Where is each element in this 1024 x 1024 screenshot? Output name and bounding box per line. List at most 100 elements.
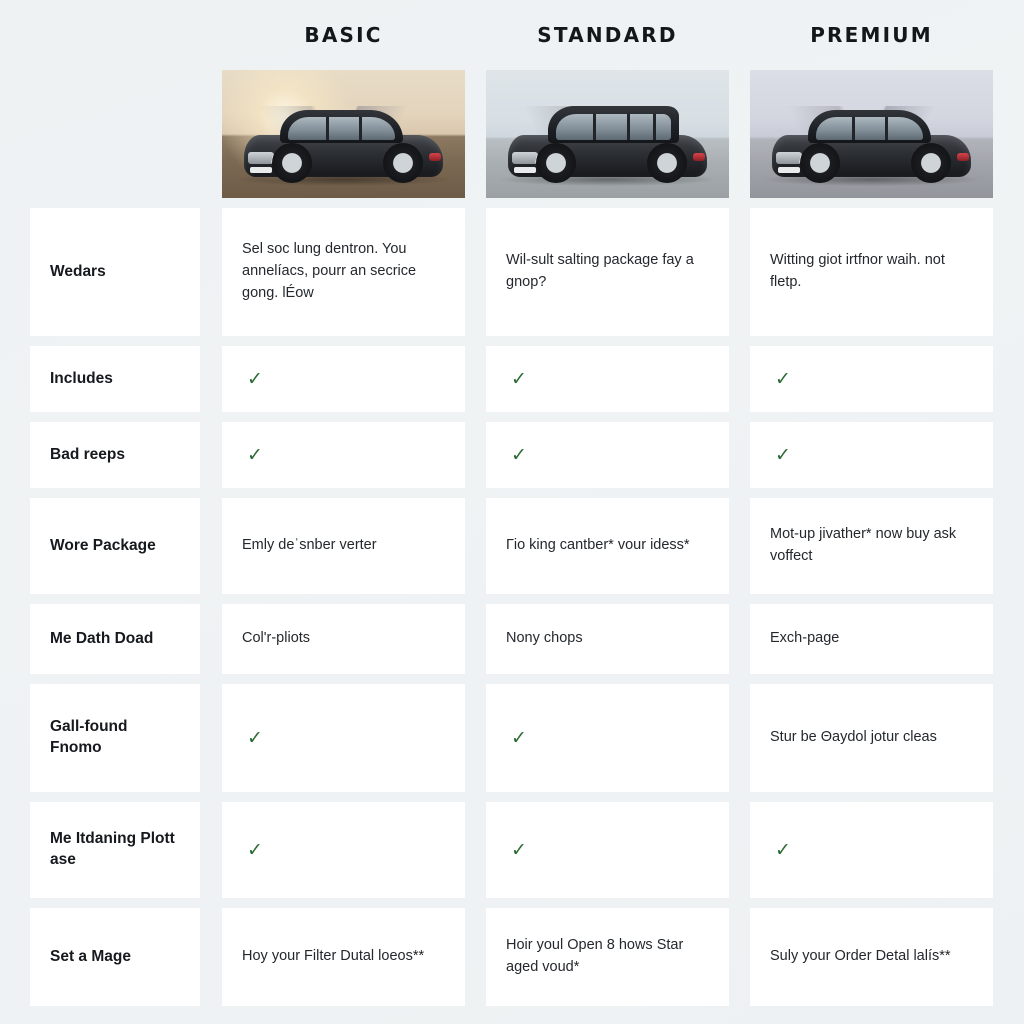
car-wheel-rear [911,142,952,183]
feature-text-cell: Suly your Order Detal lalís** [750,908,993,1006]
feature-text-cell: Exch-page [750,604,993,674]
feature-text: Witting giot irtfnor waih. not fletp. [770,252,945,290]
car-image-premium [750,70,993,198]
feature-text: Stur be Θaydol jotur cleas [770,729,937,746]
checkmark-icon: ✓ [775,443,791,466]
checkmark-icon: ✓ [247,443,263,466]
feature-check-cell: ✓ [222,422,465,488]
table-row: Gall-found Fnomo ✓ ✓ Stur be Θaydol jotur c… [0,684,1024,792]
car-image-standard [486,70,729,198]
feature-text-cell: Wil-sult salting package fay a gnop? [486,208,729,336]
feature-check-cell: ✓ [222,346,465,412]
feature-text: Exch-page [770,630,840,647]
car-pillar [652,113,656,140]
table-row: Me Dath Doad Col'r-pliots Nony chops Exch-p… [0,604,1024,674]
car-grille [247,151,274,165]
feature-text: Suly your Order Detal lalís** [770,948,951,965]
car-grille [511,151,538,165]
plan-title-standard: STANDARD [537,23,678,47]
car-wheel-rear [383,142,424,183]
feature-text: Sel soc lung dentron. You annelíacs, pou… [242,241,417,301]
feature-text-cell: Hoy your Filter Dutal loeos** [222,908,465,1006]
car-taillight [693,152,706,162]
checkmark-icon: ✓ [775,838,791,861]
feature-check-cell: ✓ [486,802,729,898]
feature-text: Hoir youl Open 8 hows Star aged voud* [506,937,684,975]
plan-headers: BASIC STANDARD PREMIUM [0,0,1024,70]
feature-check-cell: ✓ [222,684,465,792]
car-glass [815,116,924,140]
comparison-table-page: BASIC STANDARD PREMIUM Wedars Sel soc lu… [0,0,1024,1024]
table-row: Set a Mage Hoy your Filter Dutal loeos** H… [0,908,1024,1006]
car-license-plate [513,166,536,174]
car-glass [555,113,672,140]
row-label: Bad reeps [30,422,200,488]
row-label: Wore Package [30,498,200,594]
feature-rows: Wedars Sel soc lung dentron. You annelíac… [0,208,1024,1016]
plan-title-basic: BASIC [304,23,383,47]
feature-check-cell: ✓ [486,346,729,412]
feature-check-cell: ✓ [750,346,993,412]
row-label: Me Dath Doad [30,604,200,674]
feature-text-cell: Witting giot irtfnor waih. not fletp. [750,208,993,336]
car-illustration-premium-sedan [763,106,980,186]
car-illustration-sedan [235,106,452,186]
feature-check-cell: ✓ [750,422,993,488]
feature-text: Col'r-pliots [242,630,311,647]
feature-text: Гio king cantber* vour idess* [506,537,690,554]
feature-text: Nony chops [506,630,583,647]
feature-text: Wil-sult salting package fay a gnop? [506,252,694,290]
checkmark-icon: ✓ [511,367,527,390]
checkmark-icon: ✓ [511,443,527,466]
row-label: Gall-found Fnomo [30,684,200,792]
table-row: Wedars Sel soc lung dentron. You annelíac… [0,208,1024,336]
feature-check-cell: ✓ [750,802,993,898]
checkmark-icon: ✓ [511,838,527,861]
car-image-basic [222,70,465,198]
row-label: Set a Mage [30,908,200,1006]
car-wheel-front [799,142,840,183]
row-label: Me Itdaning Plott ase [30,802,200,898]
checkmark-icon: ✓ [775,367,791,390]
feature-text: Emly deˈsnber verter [242,537,377,554]
table-row: Includes ✓ ✓ ✓ [0,346,1024,412]
car-pillar [627,113,631,140]
car-license-plate [249,166,272,174]
car-illustration-wagon [499,105,716,186]
car-wheel-rear [647,142,688,183]
feature-text-cell: Sel soc lung dentron. You annelíacs, pou… [222,208,465,336]
feature-text-cell: Гio king cantber* vour idess* [486,498,729,594]
feature-check-cell: ✓ [486,422,729,488]
car-pillar [884,116,888,140]
feature-text-cell: Col'r-pliots [222,604,465,674]
header-spacer [0,0,222,70]
plan-header-standard: STANDARD [486,0,729,70]
checkmark-icon: ✓ [247,838,263,861]
feature-text: Mot-up jivather* now buy ask voffect [770,526,957,564]
plan-header-premium: PREMIUM [750,0,993,70]
car-wheel-front [271,142,312,183]
row-label: Includes [30,346,200,412]
plan-header-basic: BASIC [222,0,465,70]
feature-text-cell: Hoir youl Open 8 hows Star aged voud* [486,908,729,1006]
feature-text: Hoy your Filter Dutal loeos** [242,948,425,965]
car-pillar [358,116,362,140]
car-taillight [429,152,442,162]
car-pillar [852,116,856,140]
car-grille [775,151,802,165]
table-row: Me Itdaning Plott ase ✓ ✓ ✓ [0,802,1024,898]
plan-title-premium: PREMIUM [810,23,933,47]
feature-text-cell: Nony chops [486,604,729,674]
table-row: Wore Package Emly deˈsnber verter Гio king… [0,498,1024,594]
row-label: Wedars [30,208,200,336]
image-spacer [0,70,222,198]
car-license-plate [777,166,800,174]
feature-text-cell: Mot-up jivather* now buy ask voffect [750,498,993,594]
feature-text-cell: Stur be Θaydol jotur cleas [750,684,993,792]
car-glass [287,116,396,140]
feature-text-cell: Emly deˈsnber verter [222,498,465,594]
checkmark-icon: ✓ [247,726,263,749]
car-taillight [957,152,970,162]
checkmark-icon: ✓ [511,726,527,749]
checkmark-icon: ✓ [247,367,263,390]
